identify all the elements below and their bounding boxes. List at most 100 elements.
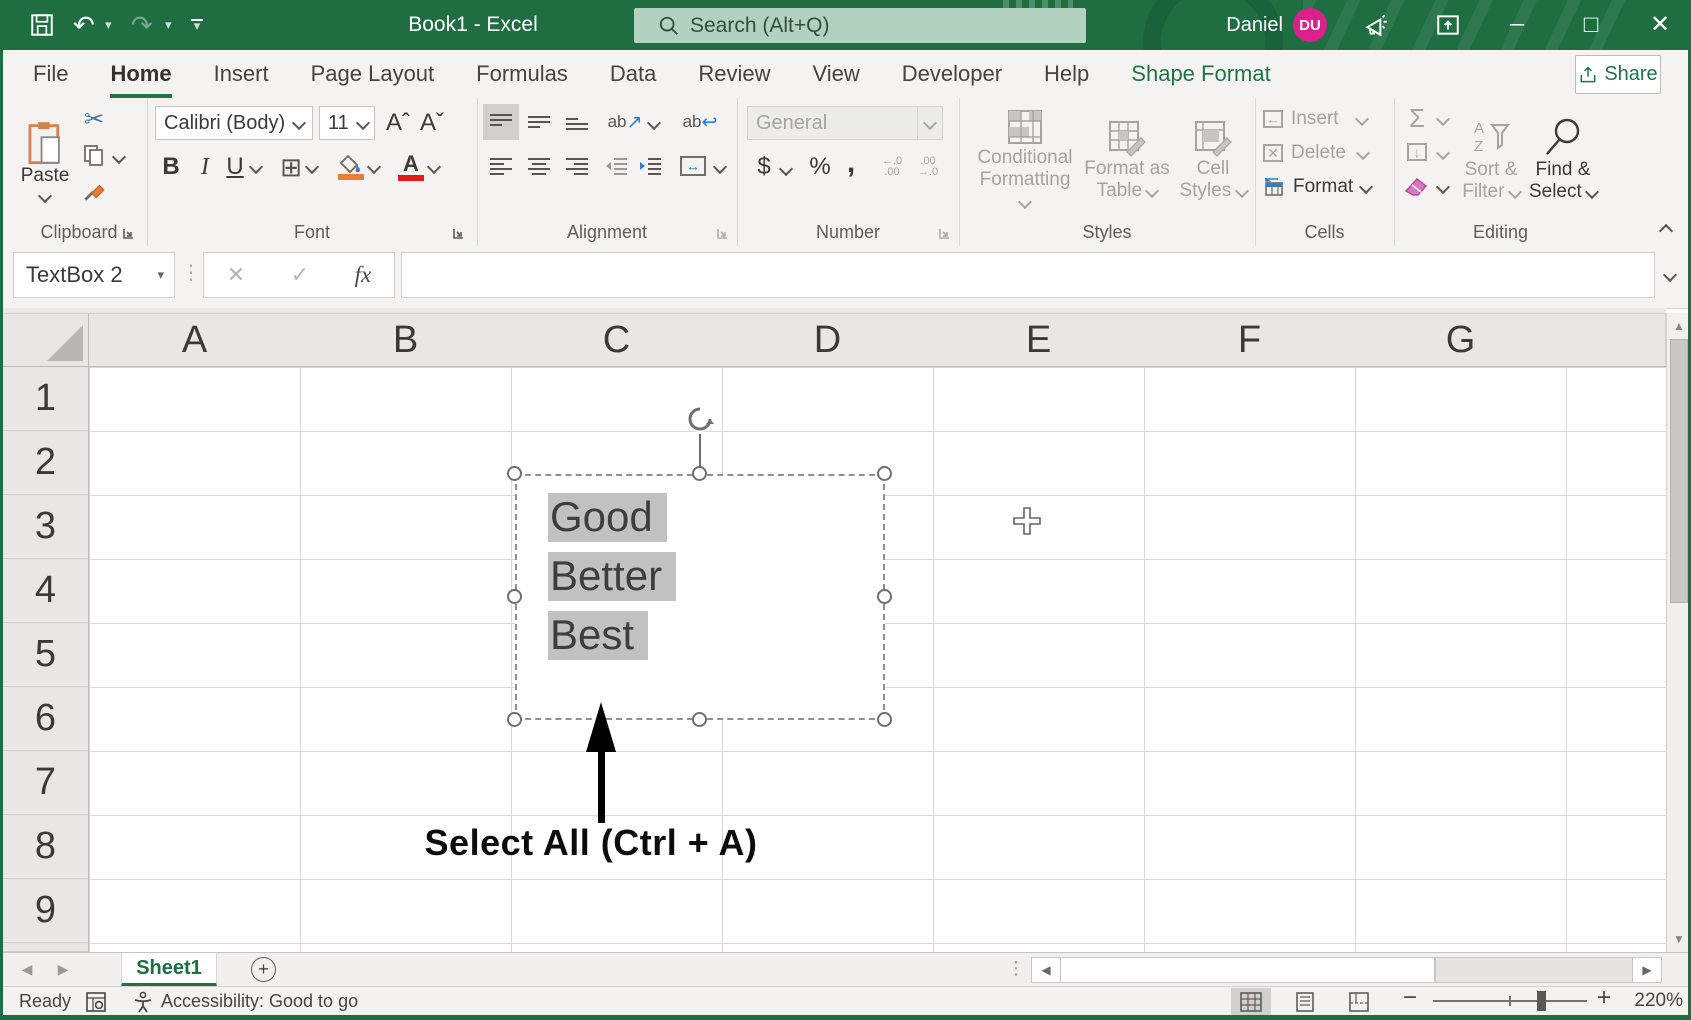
undo-button[interactable]: ↶ <box>73 0 95 50</box>
underline-button[interactable]: U <box>221 150 249 184</box>
wrap-text-button[interactable]: ab ↩ <box>675 104 725 140</box>
row-header-1[interactable]: 1 <box>3 367 89 431</box>
font-color-dropdown-chevron[interactable] <box>427 160 441 174</box>
copy-button[interactable] <box>79 140 109 170</box>
macro-record-icon[interactable] <box>85 991 107 1013</box>
clipboard-dialog-launcher[interactable] <box>121 227 135 241</box>
find-select-button[interactable]: Find & Select <box>1528 102 1598 218</box>
row-header-2[interactable]: 2 <box>3 431 89 495</box>
column-header-partial[interactable] <box>1566 313 1666 367</box>
paste-button[interactable]: Paste <box>17 104 73 218</box>
formula-input[interactable] <box>401 252 1655 298</box>
hscroll-right-arrow[interactable]: ▶ <box>1632 957 1662 983</box>
row-header-3[interactable]: 3 <box>3 495 89 559</box>
clear-button[interactable] <box>1400 170 1432 204</box>
cut-button[interactable]: ✂ <box>79 104 109 134</box>
tab-file[interactable]: File <box>33 50 68 98</box>
tab-formulas[interactable]: Formulas <box>476 50 568 98</box>
vertical-scrollbar[interactable]: ▲ ▼ <box>1666 313 1691 952</box>
customize-quick-access-toolbar-button[interactable]: ▾ <box>191 0 203 50</box>
bottom-align-button[interactable] <box>559 104 595 140</box>
merge-center-button[interactable]: ↔ <box>675 148 711 184</box>
accounting-format-button[interactable]: $ <box>751 150 777 184</box>
align-right-button[interactable] <box>559 148 595 184</box>
borders-button[interactable]: ⊞ <box>275 150 307 184</box>
underline-dropdown-chevron[interactable] <box>249 160 263 174</box>
user-name[interactable]: Daniel Uchenna <box>1143 0 1283 50</box>
copy-dropdown-chevron[interactable] <box>112 150 126 164</box>
name-box-resize-dots[interactable]: ⋮ <box>181 260 202 285</box>
align-center-button[interactable] <box>521 148 557 184</box>
expand-formula-bar-chevron[interactable] <box>1663 268 1677 282</box>
fill-color-button[interactable] <box>335 148 367 186</box>
minimize-button[interactable]: ─ <box>1489 0 1545 50</box>
view-normal-button[interactable] <box>1231 988 1271 1015</box>
rotate-handle-icon[interactable] <box>685 404 715 434</box>
save-button[interactable] <box>29 0 55 50</box>
increase-font-size-button[interactable]: Aˆ <box>381 106 415 140</box>
row-header-9[interactable]: 9 <box>3 879 89 943</box>
tab-help[interactable]: Help <box>1044 50 1089 98</box>
middle-align-button[interactable] <box>521 104 557 140</box>
column-header-a[interactable]: A <box>89 313 301 367</box>
search-input[interactable]: Search (Alt+Q) <box>634 8 1086 43</box>
increase-indent-button[interactable] <box>633 148 667 184</box>
undo-dropdown[interactable]: ▾ <box>105 0 112 50</box>
resize-handle-middle-right[interactable] <box>877 589 892 604</box>
resize-handle-bottom-center[interactable] <box>692 712 707 727</box>
top-align-button[interactable] <box>483 104 519 140</box>
tab-data[interactable]: Data <box>610 50 656 98</box>
row-header-partial[interactable] <box>3 943 89 952</box>
name-box[interactable]: TextBox 2 ▾ <box>13 252 175 298</box>
resize-handle-top-center[interactable] <box>692 466 707 481</box>
row-header-7[interactable]: 7 <box>3 751 89 815</box>
tab-review[interactable]: Review <box>698 50 770 98</box>
bold-button[interactable]: B <box>157 150 185 184</box>
scroll-up-arrow[interactable]: ▲ <box>1667 319 1691 333</box>
orientation-dropdown-chevron[interactable] <box>647 116 661 130</box>
tab-view[interactable]: View <box>812 50 859 98</box>
format-cells-button[interactable]: Format <box>1263 172 1383 202</box>
view-page-layout-button[interactable] <box>1285 988 1325 1015</box>
percent-style-button[interactable]: % <box>805 150 835 184</box>
tab-page-layout[interactable]: Page Layout <box>311 50 435 98</box>
decrease-decimal-button[interactable]: .00 →.0 <box>911 150 945 184</box>
clear-chevron[interactable] <box>1436 180 1450 194</box>
format-painter-button[interactable] <box>79 176 109 206</box>
horizontal-scrollbar-track[interactable] <box>1435 957 1633 983</box>
column-header-e[interactable]: E <box>933 313 1145 367</box>
italic-button[interactable]: I <box>191 150 219 184</box>
decrease-indent-button[interactable] <box>599 148 633 184</box>
resize-handle-bottom-right[interactable] <box>877 712 892 727</box>
alignment-dialog-launcher[interactable] <box>715 227 729 241</box>
row-header-8[interactable]: 8 <box>3 815 89 879</box>
tab-shape-format[interactable]: Shape Format <box>1131 50 1270 98</box>
tab-scroll-options-dots[interactable]: ⋮ <box>1007 958 1025 979</box>
tab-developer[interactable]: Developer <box>902 50 1002 98</box>
resize-handle-top-right[interactable] <box>877 466 892 481</box>
resize-handle-middle-left[interactable] <box>507 589 522 604</box>
maximize-button[interactable]: □ <box>1563 0 1619 50</box>
ribbon-display-options-button[interactable] <box>1435 0 1461 50</box>
fill-color-dropdown-chevron[interactable] <box>367 160 381 174</box>
zoom-level[interactable]: 220% <box>1619 987 1683 1015</box>
resize-handle-top-left[interactable] <box>507 466 522 481</box>
zoom-out-button[interactable]: − <box>1403 984 1417 1012</box>
column-header-f[interactable]: F <box>1144 313 1356 367</box>
collapse-ribbon-chevron[interactable] <box>1659 224 1673 238</box>
name-box-dropdown-chevron[interactable]: ▾ <box>157 267 174 283</box>
redo-dropdown[interactable]: ▾ <box>165 0 172 50</box>
accessibility-status[interactable]: Accessibility: Good to go <box>161 987 358 1015</box>
view-page-break-button[interactable] <box>1339 988 1379 1015</box>
add-sheet-button[interactable]: + <box>251 957 276 982</box>
share-button[interactable]: Share <box>1575 55 1661 94</box>
vertical-scrollbar-thumb[interactable] <box>1670 339 1688 603</box>
accounting-format-chevron[interactable] <box>779 162 793 176</box>
comma-style-button[interactable]: , <box>839 146 863 180</box>
textbox-text[interactable]: Good Better Best <box>548 487 676 664</box>
zoom-slider-thumb[interactable] <box>1537 991 1546 1011</box>
font-dialog-launcher[interactable] <box>451 227 465 241</box>
tab-home[interactable]: Home <box>110 50 171 98</box>
sheet-nav-right-arrow[interactable]: ▶ <box>51 953 75 986</box>
row-header-4[interactable]: 4 <box>3 559 89 623</box>
